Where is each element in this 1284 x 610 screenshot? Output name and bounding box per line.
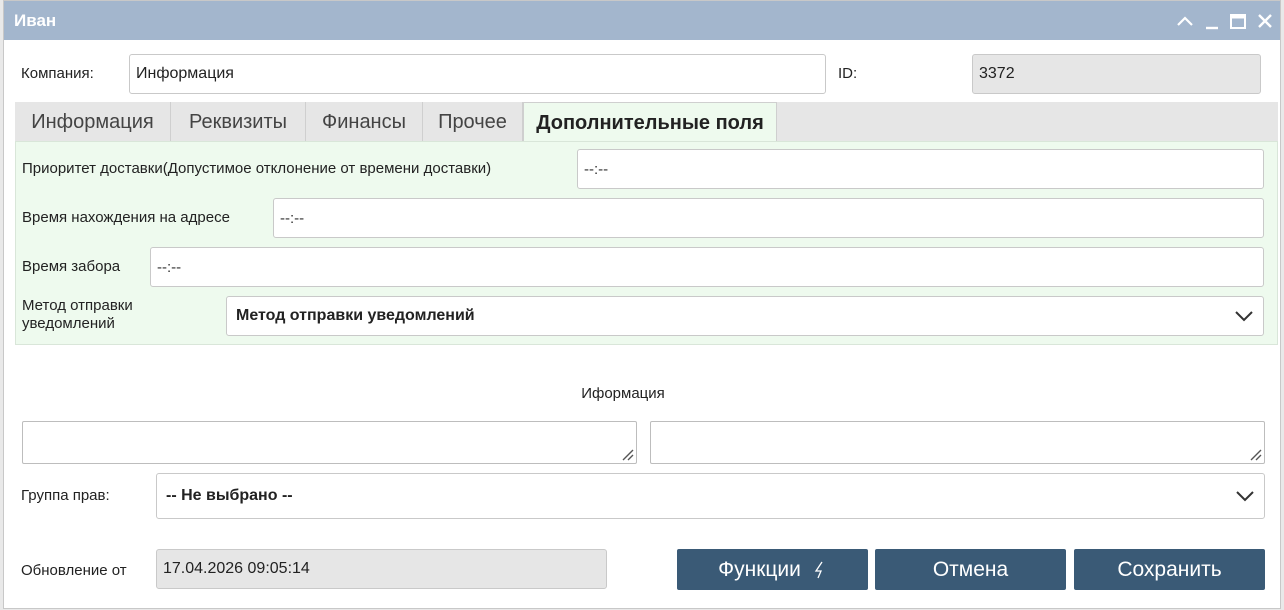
functions-button-label: Функции — [718, 557, 801, 581]
notify-method-select[interactable]: Метод отправки уведомлений — [226, 296, 1264, 336]
title-bar[interactable]: Иван — [4, 1, 1280, 40]
info-heading: Иформация — [581, 385, 665, 402]
lightning-icon — [813, 560, 827, 580]
tab-other[interactable]: Прочее — [423, 102, 523, 141]
functions-button[interactable]: Функции — [677, 549, 868, 590]
company-label: Компания: — [21, 65, 94, 82]
rights-group-value: -- Не выбрано -- — [166, 487, 293, 504]
info-textarea-right[interactable] — [650, 421, 1265, 464]
dialog-window: Иван Компания: Информация ID: 3372 Инфор… — [3, 0, 1281, 609]
chevron-down-icon — [1235, 488, 1255, 504]
updated-label: Обновление от — [21, 562, 127, 579]
minimize-icon[interactable] — [1202, 11, 1222, 31]
rights-group-label: Группа прав: — [21, 487, 110, 504]
stay-time-label: Время нахождения на адресе — [22, 209, 230, 226]
rights-group-select[interactable]: -- Не выбрано -- — [156, 473, 1265, 519]
stay-time-input[interactable]: --:-- — [273, 198, 1264, 238]
cancel-button[interactable]: Отмена — [875, 549, 1066, 590]
save-button[interactable]: Сохранить — [1074, 549, 1265, 590]
close-icon[interactable] — [1255, 11, 1275, 31]
delivery-priority-label: Приоритет доставки(Допустимое отклонение… — [22, 160, 492, 177]
window-title: Иван — [14, 11, 57, 30]
company-input[interactable]: Информация — [129, 54, 826, 94]
notify-method-value: Метод отправки уведомлений — [236, 307, 475, 324]
collapse-icon[interactable] — [1175, 11, 1195, 31]
resize-grip-icon[interactable] — [620, 447, 634, 461]
maximize-icon[interactable] — [1228, 11, 1248, 31]
updated-field: 17.04.2026 09:05:14 — [156, 549, 607, 589]
resize-grip-icon[interactable] — [1248, 447, 1262, 461]
tab-requisites[interactable]: Реквизиты — [171, 102, 306, 141]
info-textarea-left[interactable] — [22, 421, 637, 464]
pickup-time-input[interactable]: --:-- — [150, 247, 1264, 287]
delivery-priority-input[interactable]: --:-- — [577, 149, 1264, 189]
pickup-time-label: Время забора — [22, 258, 121, 275]
chevron-down-icon — [1234, 308, 1254, 324]
tab-bar: Информация Реквизиты Финансы Прочее Допо… — [15, 102, 1278, 142]
tab-additional-fields[interactable]: Дополнительные поля — [523, 102, 777, 142]
notify-method-label: Метод отправки уведомлений — [22, 297, 133, 332]
id-field: 3372 — [972, 54, 1261, 94]
tab-finances[interactable]: Финансы — [306, 102, 423, 141]
id-label: ID: — [838, 65, 858, 82]
tab-information[interactable]: Информация — [15, 102, 171, 141]
